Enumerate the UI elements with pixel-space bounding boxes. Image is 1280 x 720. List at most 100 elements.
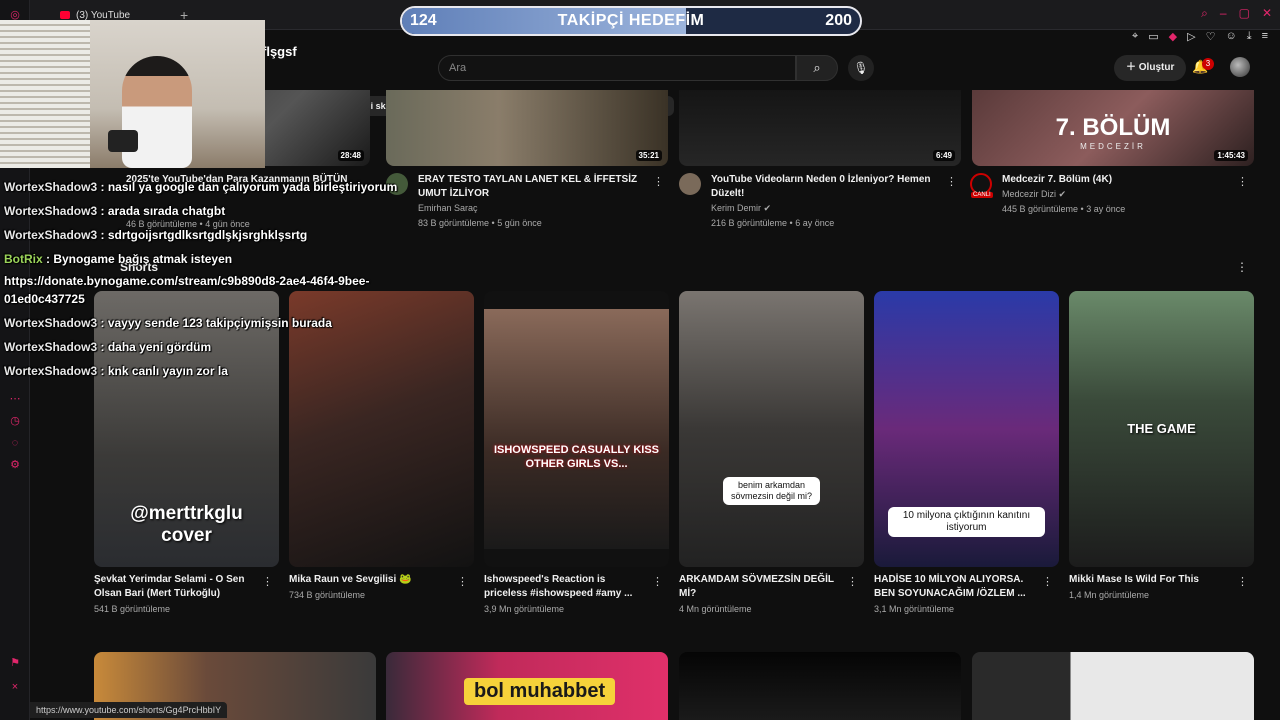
heart-icon[interactable]: ♡ [1206, 30, 1216, 43]
chat-text: arada sırada chatgbt [107, 204, 226, 218]
shield-icon[interactable]: ◆ [1169, 30, 1177, 43]
close-icon[interactable]: × [8, 680, 22, 694]
video-duration: 1:45:43 [1214, 150, 1248, 161]
youtube-favicon-icon [60, 11, 70, 19]
chat-text: 01ed0c437725 [4, 292, 85, 306]
webcam-overlay [0, 20, 265, 168]
more-options-icon[interactable]: ⋮ [457, 575, 468, 588]
pin-icon[interactable]: ⌖ [1132, 30, 1138, 43]
short-views: 3,1 Mn görüntüleme [874, 604, 955, 614]
search-button[interactable]: ⌕ [796, 55, 838, 81]
short-title[interactable]: ARKAMDAM SÖVMEZSİN DEĞİL Mİ? [679, 573, 839, 601]
short-thumbnail[interactable]: THE GAME [1069, 291, 1254, 567]
live-badge: CANLI [971, 192, 993, 198]
short-overlay-text: 10 milyona çıktığının kanıtını istiyorum [888, 507, 1045, 537]
video-thumbnail[interactable]: 7. BÖLÜM MEDCEZİR 1:45:43 [972, 90, 1254, 166]
profile-icon[interactable]: ☺ [1225, 30, 1236, 43]
more-icon[interactable]: ⋯ [8, 392, 22, 406]
chat-username: WortexShadow3 [4, 180, 98, 194]
more-options-icon[interactable]: ⋮ [1237, 175, 1248, 188]
menu-icon[interactable]: ≡ [1262, 30, 1268, 43]
short-views: 734 B görüntüleme [289, 590, 366, 600]
more-options-icon[interactable]: ⋮ [262, 575, 273, 588]
download-icon[interactable]: ⤓ [1247, 30, 1252, 43]
short-thumbnail[interactable]: ISHOWSPEED CASUALLY KISS OTHER GIRLS VS.… [484, 291, 669, 567]
chat-text: knk canlı yayın zor la [107, 364, 228, 378]
chat-username: WortexShadow3 [4, 316, 98, 330]
short-meta: Ishowspeed's Reaction is priceless #isho… [484, 573, 669, 617]
channel-name-fragment: flşgsf [262, 44, 297, 59]
microphone-icon: 🎙 [853, 61, 869, 75]
video-duration: 6:49 [932, 150, 955, 161]
user-avatar[interactable] [1230, 57, 1250, 77]
video-stats: 83 B görüntüleme • 5 gün önce [418, 218, 542, 228]
video-thumbnail[interactable] [972, 652, 1254, 720]
video-title[interactable]: YouTube Videoların Neden 0 İzleniyor? He… [711, 173, 941, 201]
voice-search-button[interactable]: 🎙 [848, 55, 874, 81]
short-thumbnail[interactable]: @merttrkglu cover [94, 291, 279, 567]
video-title[interactable]: Medcezir 7. Bölüm (4K) [1002, 173, 1232, 187]
video-title[interactable]: ERAY TESTO TAYLAN LANET KEL & İFFETSİZ U… [418, 173, 648, 201]
short-meta: Mika Raun ve Sevgilisi 🐸 734 B görüntüle… [289, 573, 474, 603]
video-thumbnail[interactable]: 35:21 [386, 90, 668, 166]
short-title[interactable]: Mikki Mase Is Wild For This [1069, 573, 1229, 587]
create-label: Oluştur [1138, 62, 1175, 73]
video-thumbnail[interactable] [679, 652, 961, 720]
chat-text: https://donate.bynogame.com/stream/c9b89… [4, 274, 370, 288]
short-views: 541 B görüntüleme [94, 604, 171, 614]
create-button[interactable]: ＋ Oluştur [1114, 55, 1187, 81]
short-title[interactable]: Şevkat Yerimdar Selami - O Sen Olsan Bar… [94, 573, 254, 601]
short-overlay-text: @merttrkglu cover [130, 503, 243, 546]
chat-message: WortexShadow3 : nasıl ya google dan çalı… [4, 180, 398, 194]
more-options-icon[interactable]: ⋮ [847, 575, 858, 588]
chat-username: WortexShadow3 [4, 228, 98, 242]
video-thumbnail[interactable]: bol muhabbet [386, 652, 668, 720]
close-icon[interactable]: ✕ [1262, 6, 1272, 21]
clock-icon[interactable]: ◷ [8, 414, 22, 428]
search-input[interactable]: Ara [438, 55, 796, 81]
more-options-icon[interactable]: ⋮ [652, 575, 663, 588]
short-title[interactable]: Ishowspeed's Reaction is priceless #isho… [484, 573, 644, 601]
more-options-icon[interactable]: ⋮ [946, 175, 957, 188]
more-options-icon[interactable]: ⋮ [1042, 575, 1053, 588]
short-thumbnail[interactable] [289, 291, 474, 567]
short-views: 4 Mn görüntüleme [679, 604, 752, 614]
short-thumbnail[interactable]: 10 milyona çıktığının kanıtını istiyorum [874, 291, 1059, 567]
minimize-icon[interactable]: – [1220, 6, 1227, 21]
chat-message: WortexShadow3 : sdrtgoijsrtgdlksrtgdlşkj… [4, 228, 308, 242]
microphone-icon [108, 130, 138, 152]
short-overlay-text: benim arkamdan sövmezsin değil mi? [723, 477, 820, 505]
video-thumbnail[interactable]: 6:49 [679, 90, 961, 166]
short-title[interactable]: HADİSE 10 MİLYON ALIYORSA. BEN SOYUNACAĞ… [874, 573, 1034, 601]
bookmark-icon[interactable]: ▭ [1148, 30, 1158, 43]
thumbnail-subtitle-text: MEDCEZİR [1080, 142, 1146, 151]
short-thumbnail[interactable]: benim arkamdan sövmezsin değil mi? [679, 291, 864, 567]
search-icon[interactable]: ⌕ [1201, 6, 1208, 21]
short-title[interactable]: Mika Raun ve Sevgilisi 🐸 [289, 573, 449, 587]
channel-name[interactable]: Emirhan Saraç [418, 201, 648, 216]
chat-username: WortexShadow3 [4, 204, 98, 218]
channel-name[interactable]: Medcezir Dizi ✔ [1002, 187, 1232, 202]
channel-name[interactable]: Kerim Demir ✔ [711, 201, 941, 216]
channel-avatar[interactable] [679, 173, 701, 195]
chat-message: BotRix : Bynogame bağış atmak isteyen [4, 252, 233, 266]
play-icon[interactable]: ▷ [1187, 30, 1195, 43]
short-overlay-text: ISHOWSPEED CASUALLY KISS OTHER GIRLS VS.… [493, 444, 660, 470]
chat-icon[interactable]: ◌ [8, 436, 22, 450]
short-views: 1,4 Mn görüntüleme [1069, 590, 1150, 600]
short-meta: HADİSE 10 MİLYON ALIYORSA. BEN SOYUNACAĞ… [874, 573, 1059, 617]
more-options-icon[interactable]: ⋮ [1236, 260, 1248, 274]
chat-message: https://donate.bynogame.com/stream/c9b89… [4, 274, 369, 288]
chat-text: sdrtgoijsrtgdlksrtgdlşkjsrghklşsrtg [107, 228, 308, 242]
video-stats: 216 B görüntüleme • 6 ay önce [711, 218, 835, 228]
more-options-icon[interactable]: ⋮ [653, 175, 664, 188]
flag-icon[interactable]: ⚑ [8, 656, 22, 670]
goal-target: 200 [825, 12, 852, 29]
extension-bar: ⌖ ▭ ◆ ▷ ♡ ☺ ⤓ ≡ [1132, 30, 1268, 43]
chat-message: 01ed0c437725 [4, 292, 85, 306]
video-duration: 28:48 [337, 150, 364, 161]
maximize-icon[interactable]: ▢ [1239, 6, 1250, 21]
more-options-icon[interactable]: ⋮ [1237, 575, 1248, 588]
settings-icon[interactable]: ⚙ [8, 458, 22, 472]
video-stats: 445 B görüntüleme • 3 ay önce [1002, 204, 1126, 214]
